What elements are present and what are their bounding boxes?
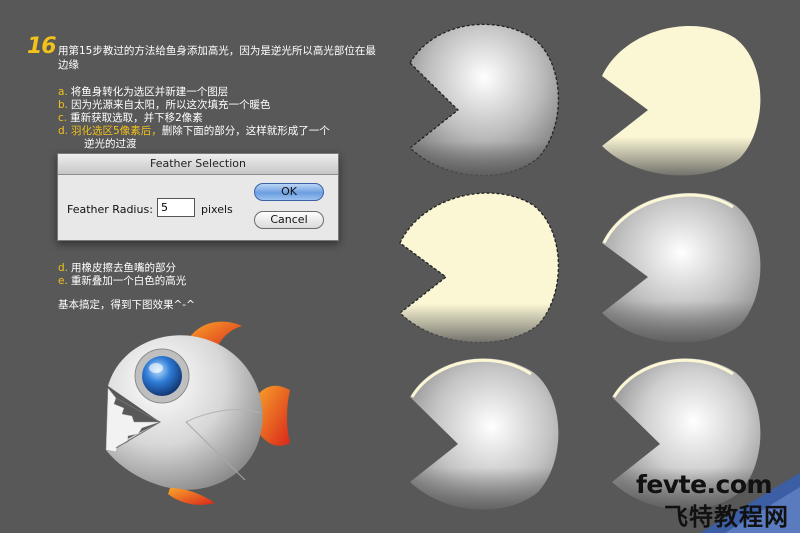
summary-text: 基本搞定，得到下图效果^-^: [58, 299, 195, 311]
steps-bottom-list: d. 用橡皮擦去鱼嘴的部分 e. 重新叠加一个白色的高光: [58, 262, 186, 288]
pac-shape-3: [398, 185, 563, 350]
list-item: c. 重新获取选取，并下移2像素: [58, 112, 203, 124]
list-item: a. 将鱼身转化为选区并新建一个图层: [58, 86, 229, 98]
pac-shape-4: [600, 185, 765, 350]
list-item: d. 用橡皮擦去鱼嘴的部分: [58, 262, 177, 274]
steps-top-list: a. 将鱼身转化为选区并新建一个图层 b. 因为光源来自太阳，所以这次填充一个暖色 …: [58, 86, 330, 151]
cancel-button[interactable]: Cancel: [254, 211, 324, 229]
ok-button[interactable]: OK: [254, 183, 324, 201]
fish-illustration: [105, 321, 290, 505]
list-item: b. 因为光源来自太阳，所以这次填充一个暖色: [58, 99, 271, 111]
watermark-site-name: 飞特教程网: [664, 503, 789, 531]
pac-shape-5: [398, 352, 563, 517]
feather-selection-dialog: Feather Selection Feather Radius: pixels…: [57, 153, 339, 241]
list-item: e. 重新叠加一个白色的高光: [58, 275, 187, 287]
list-item-continuation: 逆光的过渡: [84, 138, 137, 150]
pac-shape-1: [398, 18, 563, 183]
step-number: 16: [27, 34, 57, 59]
bottom-fin: [168, 488, 215, 505]
pac-shape-2: [600, 18, 765, 183]
feather-radius-input[interactable]: [157, 198, 195, 217]
feather-radius-label: Feather Radius:: [67, 203, 153, 216]
dialog-title: Feather Selection: [58, 154, 338, 175]
intro-text: 用第15步教过的方法给鱼身添加高光，因为是逆光所以高光部位在最边缘: [58, 45, 376, 71]
list-item: d. 羽化选区5像素后，删除下面的部分，这样就形成了一个: [58, 125, 330, 137]
fish-body: [106, 335, 263, 490]
units-label: pixels: [201, 203, 233, 216]
watermark-domain: fevte.com: [636, 470, 773, 499]
eye-icon: [142, 356, 182, 396]
